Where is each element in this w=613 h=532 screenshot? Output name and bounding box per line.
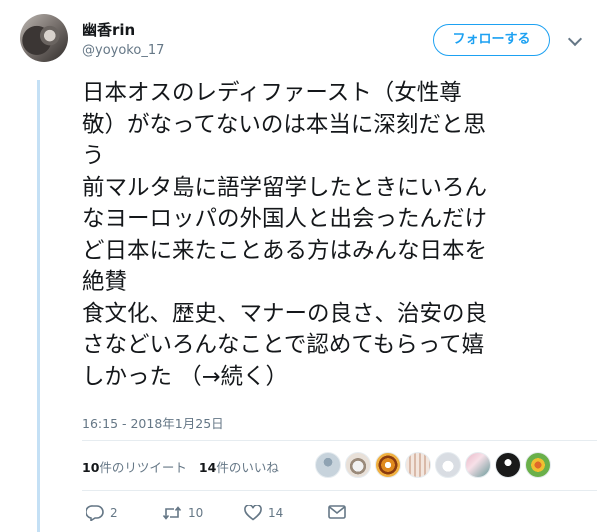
tweet-line: 絶賛 <box>82 269 128 295</box>
tweet-line: しかった （→続く） <box>82 363 289 390</box>
like-count: 14 <box>268 506 284 520</box>
tweet-line: う <box>82 143 105 169</box>
tweet-line: さなどいろんなことで認めてもらって嬉 <box>82 332 485 358</box>
tweet-text: 日本オスのレディファースト（女性尊 敬）がなってないのは本当に深刻だと思 う 前… <box>82 78 592 393</box>
like-stat[interactable]: 14件のいいね <box>199 460 279 475</box>
liker-avatar[interactable] <box>525 452 551 478</box>
liker-avatar[interactable] <box>465 452 491 478</box>
liker-avatar[interactable] <box>375 452 401 478</box>
heart-icon <box>244 505 262 521</box>
divider <box>82 490 597 491</box>
retweet-button[interactable]: 10 <box>162 505 203 521</box>
retweet-icon <box>162 505 182 521</box>
tweet-actions: 2 10 14 <box>82 505 582 525</box>
like-stat-count: 14 <box>198 460 217 475</box>
liker-avatar[interactable] <box>315 452 341 478</box>
thread-connector-line <box>37 80 40 532</box>
envelope-icon <box>328 505 346 519</box>
liker-avatar[interactable] <box>435 452 461 478</box>
liker-avatar[interactable] <box>345 452 371 478</box>
liker-avatar[interactable] <box>495 452 521 478</box>
like-stat-label: 件のいいね <box>216 460 279 475</box>
chevron-down-icon[interactable] <box>567 31 583 47</box>
tweet-line: 敬）がなってないのは本当に深刻だと思 <box>82 111 486 138</box>
reply-count: 2 <box>110 506 118 520</box>
direct-message-button[interactable] <box>328 505 346 519</box>
reply-button[interactable]: 2 <box>86 505 118 521</box>
follow-button[interactable]: フォローする <box>433 24 550 56</box>
retweet-stat[interactable]: 10件のリツイート <box>82 460 187 475</box>
retweet-stat-count: 10 <box>82 460 100 475</box>
tweet-line: ど日本に来たことある方はみんな日本を <box>82 237 488 264</box>
tweet-line: なヨーロッパの外国人と出会ったんだけ <box>82 206 488 232</box>
liker-avatar[interactable] <box>405 452 431 478</box>
engagement-stats: 10件のリツイート 14件のいいね <box>82 457 279 476</box>
tweet-line: 日本オスのレディファースト（女性尊 <box>82 80 462 106</box>
timestamp-link[interactable]: 16:15 - 2018年1月25日 <box>82 413 224 432</box>
reply-icon <box>86 505 104 521</box>
like-button[interactable]: 14 <box>244 505 283 521</box>
user-handle[interactable]: @yoyoko_17 <box>82 43 164 58</box>
retweet-count: 10 <box>188 506 204 520</box>
retweet-stat-label: 件のリツイート <box>99 460 187 475</box>
tweet-line: 食文化、歴史、マナーの良さ、治安の良 <box>82 300 488 327</box>
divider <box>82 440 597 441</box>
avatar[interactable] <box>20 14 68 62</box>
display-name[interactable]: 幽香rin <box>82 19 135 40</box>
tweet-line: 前マルタ島に語学留学したときにいろん <box>82 174 488 201</box>
